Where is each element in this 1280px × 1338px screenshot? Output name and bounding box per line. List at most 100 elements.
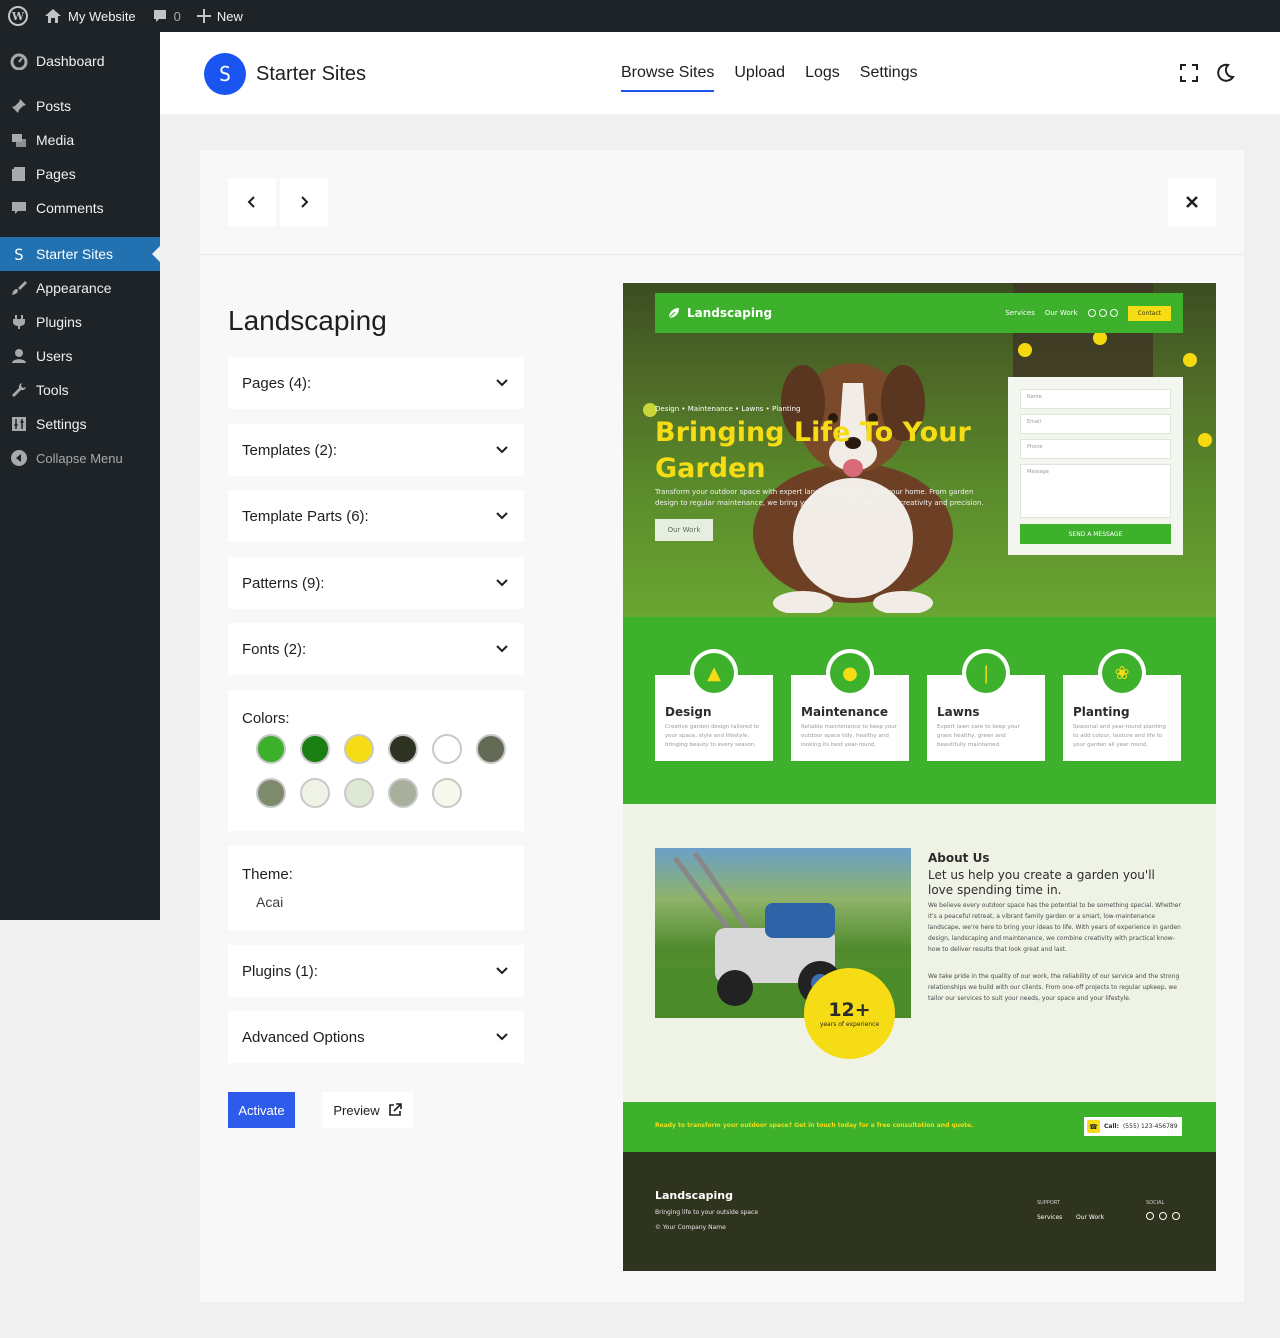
collapse-arrow-icon: [10, 449, 28, 467]
close-button[interactable]: [1168, 178, 1216, 226]
close-icon: [1186, 196, 1198, 208]
sidebar-item-settings[interactable]: Settings: [0, 407, 160, 441]
footer-social-icons: [1146, 1212, 1180, 1220]
experience-badge: 12+ years of experience: [804, 968, 895, 1059]
comments-link[interactable]: 0: [144, 0, 189, 32]
service-text: Expert lawn care to keep your grass heal…: [937, 724, 1020, 748]
facebook-icon: [1172, 1212, 1180, 1220]
about-paragraph: We believe every outdoor space has the p…: [928, 902, 1181, 953]
sidebar-item-media[interactable]: Media: [0, 123, 160, 157]
accordion-advanced-options[interactable]: Advanced Options: [228, 1011, 524, 1063]
fullscreen-button[interactable]: [1178, 62, 1200, 84]
chevron-down-icon: [496, 1033, 508, 1041]
chevron-down-icon: [496, 379, 508, 387]
accordion-plugins[interactable]: Plugins (1):: [228, 945, 524, 997]
moon-icon: [1217, 63, 1235, 82]
color-swatch: [388, 734, 418, 764]
preview-hero-title: Bringing Life To Your Garden: [655, 417, 971, 484]
starter-sites-icon: S: [14, 244, 24, 264]
preview-navbar: Landscaping Services Our Work Contact: [655, 293, 1183, 333]
accordion-patterns[interactable]: Patterns (9):: [228, 557, 524, 609]
facebook-icon: [1109, 309, 1118, 317]
experience-label: years of experience: [819, 1021, 880, 1028]
plugin-tabs: Browse Sites Upload Logs Settings: [621, 64, 918, 92]
tab-settings[interactable]: Settings: [860, 64, 918, 92]
site-name-link[interactable]: My Website: [36, 0, 144, 32]
preview-button[interactable]: Preview: [322, 1092, 413, 1128]
accordion-label: Template Parts (6):: [242, 507, 369, 525]
activate-button[interactable]: Activate: [228, 1092, 295, 1128]
tab-logs[interactable]: Logs: [805, 64, 840, 92]
site-detail-panel: Landscaping Pages (4): Templates (2): Te…: [200, 150, 1244, 1302]
sidebar-item-posts[interactable]: Posts: [0, 89, 160, 123]
accordion-label: Plugins (1):: [242, 962, 318, 980]
tulip-icon: ❀: [1098, 649, 1146, 697]
preview-service-card: ▲ Design Creative garden design tailored…: [655, 649, 773, 761]
service-text: Creative garden design tailored to your …: [665, 724, 760, 748]
site-preview: Landscaping Services Our Work Contact De…: [623, 283, 1216, 1271]
leaf-icon: [668, 308, 679, 319]
sidebar-item-comments[interactable]: Comments: [0, 191, 160, 225]
tab-upload[interactable]: Upload: [734, 64, 785, 92]
preview-service-card: ❘ Lawns Expert lawn care to keep your gr…: [927, 649, 1045, 761]
service-title: Lawns: [937, 705, 980, 719]
sidebar-item-plugins[interactable]: Plugins: [0, 305, 160, 339]
accordion-fonts[interactable]: Fonts (2):: [228, 623, 524, 675]
accordion-label: Pages (4):: [242, 374, 312, 392]
flower-graphic: [1198, 433, 1212, 447]
footer-copyright: © Your Company Name: [655, 1224, 726, 1231]
collapse-menu-button[interactable]: Collapse Menu: [0, 441, 160, 475]
wordpress-logo-button[interactable]: W: [0, 0, 36, 32]
user-icon: [10, 347, 28, 365]
footer-subtitle: Bringing life to your outside space: [655, 1209, 759, 1216]
accordion-template-parts[interactable]: Template Parts (6):: [228, 490, 524, 542]
media-icon: [10, 131, 28, 149]
tab-browse-sites[interactable]: Browse Sites: [621, 64, 715, 92]
preview-brand: Landscaping: [667, 306, 772, 320]
flower-graphic: [1018, 343, 1032, 357]
color-swatch: [476, 734, 506, 764]
preview-hero-subtitle: Transform your outdoor space with expert…: [655, 488, 984, 507]
color-swatch: [300, 734, 330, 764]
next-site-button[interactable]: [280, 178, 328, 226]
flower-graphic: [1093, 331, 1107, 345]
comment-icon: [10, 199, 28, 217]
service-text: Reliable maintenance to keep your outdoo…: [801, 724, 897, 748]
color-swatches: [256, 734, 516, 808]
sidebar-item-users[interactable]: Users: [0, 339, 160, 373]
preview-nav-services: Services: [1005, 309, 1035, 317]
flower-graphic: [1183, 353, 1197, 367]
sidebar-item-label: Settings: [36, 416, 87, 432]
accordion-label: Fonts (2):: [242, 640, 307, 658]
sidebar-item-dashboard[interactable]: Dashboard: [0, 44, 160, 78]
footer-social-heading: SOCIAL: [1146, 1200, 1165, 1206]
previous-site-button[interactable]: [228, 178, 276, 226]
accordion-pages[interactable]: Pages (4):: [228, 357, 524, 409]
about-title: About Us: [928, 851, 990, 865]
theme-value: Acai: [256, 894, 284, 910]
instagram-icon: [1087, 309, 1096, 317]
sidebar-item-label: Starter Sites: [36, 246, 114, 262]
new-label: New: [216, 8, 243, 24]
sidebar-item-pages[interactable]: Pages: [0, 157, 160, 191]
phone-icon: ☎: [1087, 1120, 1100, 1133]
new-content-link[interactable]: New: [189, 0, 251, 32]
sidebar-item-starter-sites[interactable]: S Starter Sites: [0, 237, 160, 271]
home-icon: [45, 9, 61, 23]
brush-icon: [10, 279, 28, 297]
footer-link-services: Services: [1037, 1214, 1063, 1221]
accordion-templates[interactable]: Templates (2):: [228, 424, 524, 476]
chevron-down-icon: [496, 512, 508, 520]
sidebar-item-tools[interactable]: Tools: [0, 373, 160, 407]
preview-service-card: ● Maintenance Reliable maintenance to ke…: [791, 649, 909, 761]
preview-send-button: SEND A MESSAGE: [1020, 524, 1171, 544]
color-swatch: [256, 734, 286, 764]
whatsapp-icon: [1098, 309, 1107, 317]
accordion-label: Advanced Options: [242, 1028, 365, 1046]
service-title: Planting: [1073, 705, 1130, 719]
starter-sites-logo: S: [204, 53, 246, 95]
dark-mode-toggle[interactable]: [1214, 62, 1236, 84]
footer-link-our-work: Our Work: [1076, 1214, 1105, 1221]
sidebar-item-label: Appearance: [36, 280, 112, 296]
sidebar-item-appearance[interactable]: Appearance: [0, 271, 160, 305]
